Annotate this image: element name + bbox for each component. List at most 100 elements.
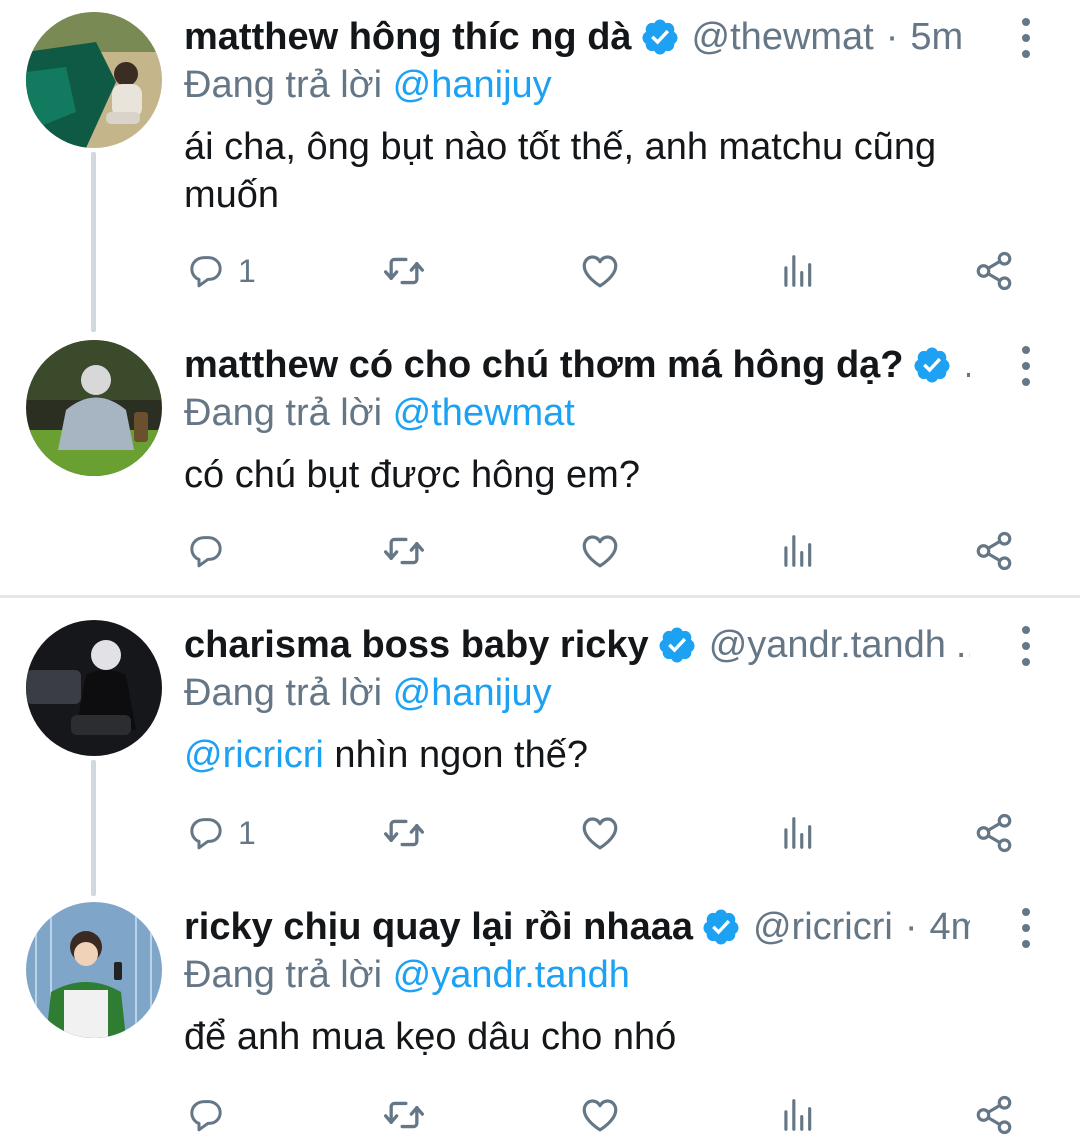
like-icon bbox=[579, 530, 621, 572]
share-button[interactable] bbox=[973, 246, 1015, 296]
share-icon bbox=[973, 1094, 1015, 1136]
analytics-button[interactable] bbox=[778, 808, 816, 858]
avatar[interactable] bbox=[26, 902, 162, 1038]
retweet-icon bbox=[382, 811, 426, 855]
truncated-ellipsis: ... bbox=[955, 624, 970, 666]
avatar-photo bbox=[26, 340, 162, 476]
reply-mention-link[interactable]: @thewmat bbox=[393, 392, 575, 434]
tweet-text-line: để anh mua kẹo dâu cho nhó bbox=[184, 1016, 677, 1058]
tweet-text: ái cha, ông bụt nào tốt thế, anh matchu … bbox=[184, 123, 1004, 219]
like-button[interactable] bbox=[579, 1090, 621, 1140]
reply-context: Đang trả lời @yandr.tandh bbox=[184, 950, 630, 1000]
share-button[interactable] bbox=[973, 1090, 1015, 1140]
verified-badge-icon bbox=[657, 625, 697, 665]
separator-dot: · bbox=[885, 16, 899, 58]
avatar[interactable] bbox=[26, 12, 162, 148]
reply-button[interactable]: 1 bbox=[186, 808, 256, 858]
analytics-button[interactable] bbox=[778, 526, 816, 576]
tweet-actions bbox=[0, 526, 1080, 576]
reply-prefix: Đang trả lời bbox=[184, 954, 383, 996]
divider bbox=[0, 595, 1080, 598]
user-handle[interactable]: @yandr.tandh bbox=[709, 620, 946, 670]
analytics-button[interactable] bbox=[778, 246, 816, 296]
separator-dot: · bbox=[904, 906, 918, 948]
retweet-button[interactable] bbox=[382, 246, 426, 296]
share-icon bbox=[973, 250, 1015, 292]
tweet-actions: 1 bbox=[0, 808, 1080, 858]
retweet-icon bbox=[382, 1093, 426, 1137]
tweet-text-line: có chú bụt được hông em? bbox=[184, 454, 640, 496]
reply-icon bbox=[186, 813, 226, 853]
reply-button[interactable]: 1 bbox=[186, 246, 256, 296]
more-options-icon[interactable] bbox=[1014, 346, 1038, 386]
timestamp[interactable]: 5m bbox=[910, 12, 963, 62]
tweet-header: matthew hông thíc ng dà @thewmat · 5m bbox=[184, 12, 970, 62]
tweet-text-line: ái cha, ông bụt nào tốt thế, anh matchu … bbox=[184, 126, 937, 168]
tweet[interactable]: matthew hông thíc ng dà @thewmat · 5m Đa… bbox=[0, 12, 1080, 332]
tweet[interactable]: matthew có cho chú thơm má hông dạ? ... … bbox=[0, 340, 1080, 590]
tweet-text: có chú bụt được hông em? bbox=[184, 451, 1004, 499]
mention-link[interactable]: @ricricri bbox=[184, 734, 324, 776]
share-button[interactable] bbox=[973, 808, 1015, 858]
verified-badge-icon bbox=[701, 907, 741, 947]
analytics-icon bbox=[778, 814, 816, 852]
avatar-photo bbox=[26, 12, 162, 148]
reply-count: 1 bbox=[238, 814, 256, 851]
tweet-text-rest: nhìn ngon thế? bbox=[323, 734, 589, 776]
retweet-button[interactable] bbox=[382, 1090, 426, 1140]
avatar[interactable] bbox=[26, 340, 162, 476]
reply-context: Đang trả lời @hanijuy bbox=[184, 668, 552, 718]
tweet-actions bbox=[0, 1090, 1080, 1140]
reply-prefix: Đang trả lời bbox=[184, 672, 383, 714]
like-icon bbox=[579, 812, 621, 854]
like-button[interactable] bbox=[579, 808, 621, 858]
reply-prefix: Đang trả lời bbox=[184, 64, 383, 106]
reply-context: Đang trả lời @hanijuy bbox=[184, 60, 552, 110]
display-name[interactable]: matthew có cho chú thơm má hông dạ? bbox=[184, 340, 904, 390]
like-icon bbox=[579, 250, 621, 292]
reply-mention-link[interactable]: @hanijuy bbox=[393, 672, 552, 714]
display-name[interactable]: charisma boss baby ricky bbox=[184, 620, 649, 670]
tweet[interactable]: charisma boss baby ricky @yandr.tandh ..… bbox=[0, 620, 1080, 880]
tweet-text: @ricricri nhìn ngon thế? bbox=[184, 731, 1004, 779]
more-options-icon[interactable] bbox=[1014, 18, 1038, 58]
timestamp[interactable]: 4m bbox=[930, 902, 970, 952]
retweet-button[interactable] bbox=[382, 808, 426, 858]
like-button[interactable] bbox=[579, 526, 621, 576]
analytics-icon bbox=[778, 252, 816, 290]
reply-button[interactable] bbox=[186, 526, 238, 576]
more-options-icon[interactable] bbox=[1014, 626, 1038, 666]
avatar[interactable] bbox=[26, 620, 162, 756]
reply-mention-link[interactable]: @yandr.tandh bbox=[393, 954, 630, 996]
retweet-button[interactable] bbox=[382, 526, 426, 576]
reply-icon bbox=[186, 1095, 226, 1135]
avatar-photo bbox=[26, 902, 162, 1038]
analytics-button[interactable] bbox=[778, 1090, 816, 1140]
tweet-header: matthew có cho chú thơm má hông dạ? ... bbox=[184, 340, 970, 390]
retweet-icon bbox=[382, 529, 426, 573]
reply-icon bbox=[186, 251, 226, 291]
reply-count: 1 bbox=[238, 252, 256, 289]
tweet-text-line: muốn bbox=[184, 174, 280, 216]
reply-button[interactable] bbox=[186, 1090, 238, 1140]
display-name[interactable]: matthew hông thíc ng dà bbox=[184, 12, 632, 62]
reply-icon bbox=[186, 531, 226, 571]
retweet-icon bbox=[382, 249, 426, 293]
analytics-icon bbox=[778, 1096, 816, 1134]
reply-mention-link[interactable]: @hanijuy bbox=[393, 64, 552, 106]
like-button[interactable] bbox=[579, 246, 621, 296]
user-handle[interactable]: @thewmat bbox=[692, 12, 874, 62]
tweet-actions: 1 bbox=[0, 246, 1080, 296]
share-icon bbox=[973, 530, 1015, 572]
share-button[interactable] bbox=[973, 526, 1015, 576]
tweet-header: charisma boss baby ricky @yandr.tandh ..… bbox=[184, 620, 970, 670]
reply-prefix: Đang trả lời bbox=[184, 392, 383, 434]
reply-context: Đang trả lời @thewmat bbox=[184, 388, 575, 438]
share-icon bbox=[973, 812, 1015, 854]
tweet[interactable]: ricky chịu quay lại rồi nhaaa @ricricri … bbox=[0, 902, 1080, 1146]
display-name[interactable]: ricky chịu quay lại rồi nhaaa bbox=[184, 902, 693, 952]
user-handle[interactable]: @ricricri bbox=[753, 902, 893, 952]
analytics-icon bbox=[778, 532, 816, 570]
more-options-icon[interactable] bbox=[1014, 908, 1038, 948]
tweet-text: để anh mua kẹo dâu cho nhó bbox=[184, 1013, 1004, 1061]
